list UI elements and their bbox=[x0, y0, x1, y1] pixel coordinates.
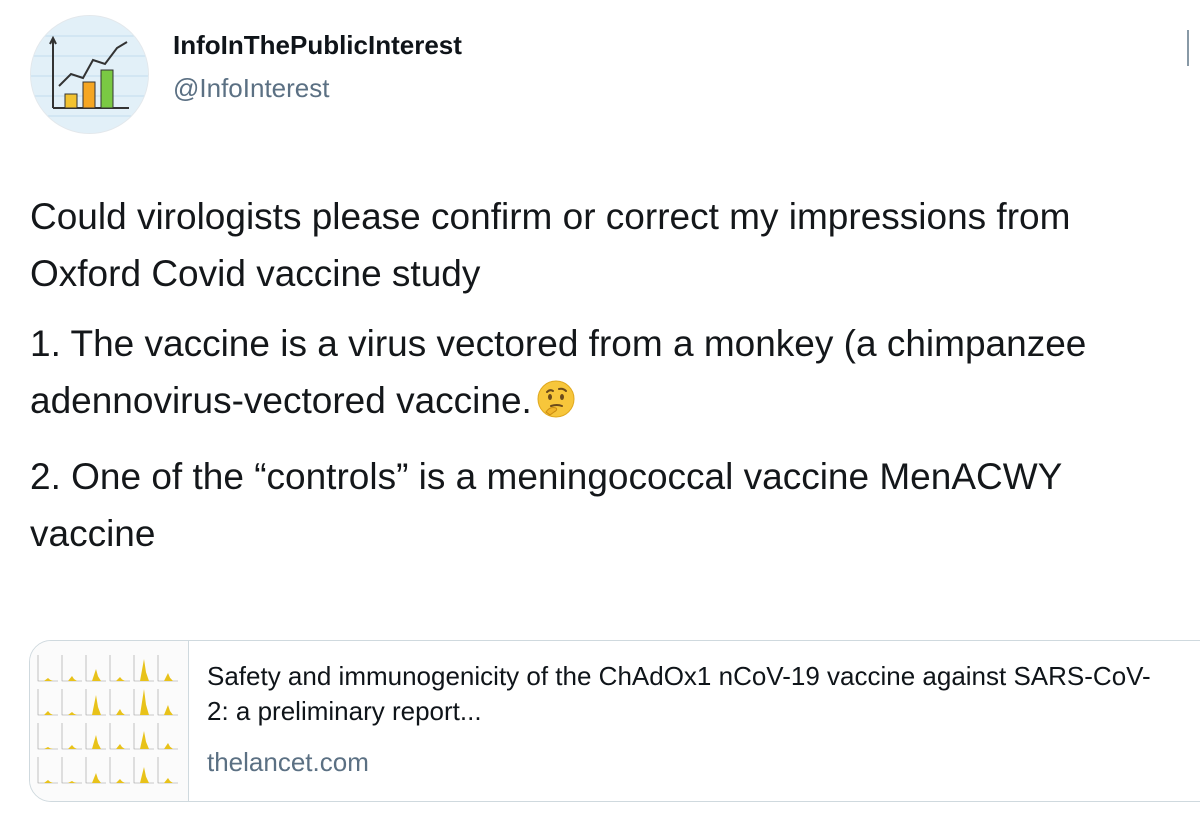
card-title[interactable]: Safety and immunogenicity of the ChAdOx1… bbox=[207, 659, 1167, 729]
chart-avatar-icon bbox=[31, 16, 148, 133]
tweet-paragraph: Could virologists please confirm or corr… bbox=[30, 196, 1071, 294]
tweet-paragraph: 2. One of the “controls” is a meningococ… bbox=[30, 456, 1062, 554]
tweet-paragraph: 1. The vaccine is a virus vectored from … bbox=[30, 315, 1180, 435]
histogram-grid-thumbnail bbox=[37, 655, 178, 784]
avatar[interactable] bbox=[30, 15, 149, 134]
thinking-face-icon bbox=[536, 378, 576, 435]
tweet-text: Could virologists please confirm or corr… bbox=[30, 188, 1180, 562]
link-preview-card[interactable]: Safety and immunogenicity of the ChAdOx1… bbox=[29, 640, 1200, 802]
card-thumbnail bbox=[30, 641, 189, 801]
author-handle[interactable]: @InfoInterest bbox=[173, 73, 329, 104]
author-display-name[interactable]: InfoInThePublicInterest bbox=[173, 30, 462, 61]
card-domain[interactable]: thelancet.com bbox=[207, 747, 369, 778]
more-options-icon[interactable] bbox=[1182, 28, 1200, 68]
